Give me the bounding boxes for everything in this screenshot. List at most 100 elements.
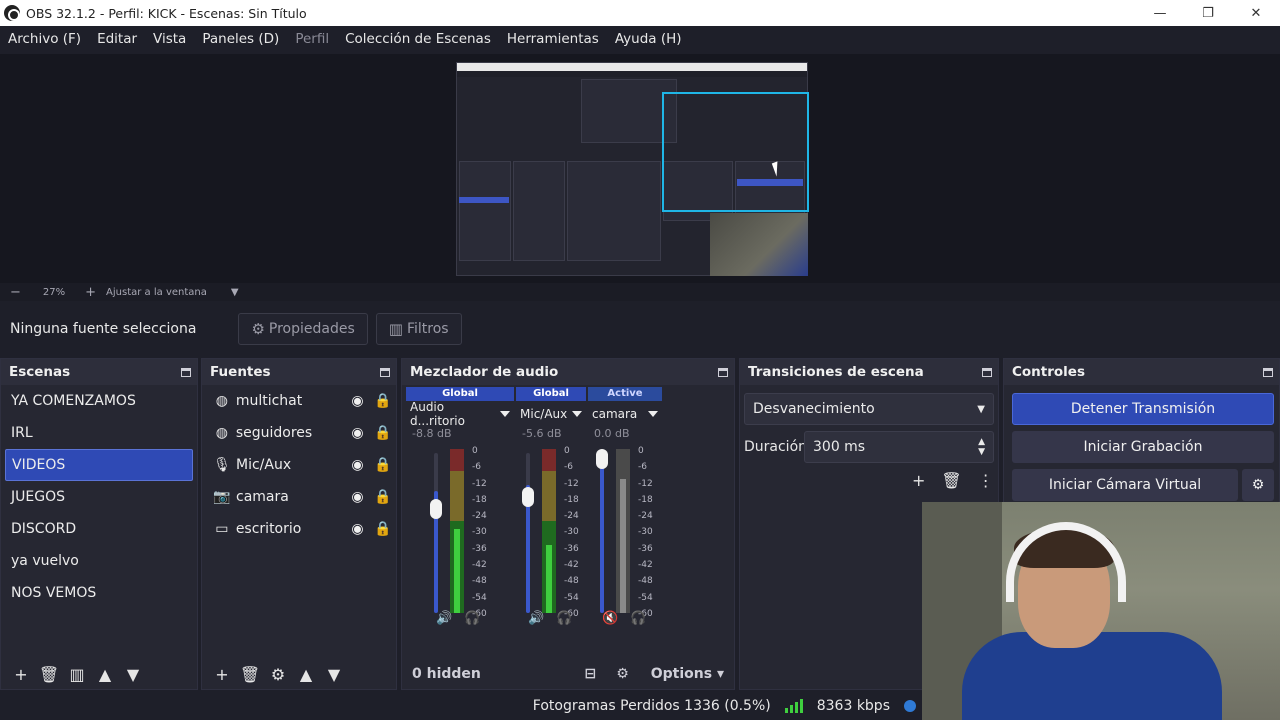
zoom-dropdown-icon[interactable]: ▼: [231, 287, 239, 298]
source-item[interactable]: ◍ multichat ◉ 🔒: [202, 385, 396, 417]
maximize-button[interactable]: ❐: [1184, 0, 1232, 26]
move-up-icon[interactable]: ▲: [91, 665, 119, 684]
globe-icon: ◍: [215, 425, 229, 441]
move-down-icon[interactable]: ▼: [320, 665, 348, 684]
start-virtual-camera-button[interactable]: Iniciar Cámara Virtual: [1012, 469, 1238, 501]
options-button[interactable]: Options ▾: [651, 666, 724, 682]
channel-volume-db: -8.8 dB: [412, 427, 452, 440]
scene-item[interactable]: ya vuelvo: [1, 545, 197, 577]
filters-button[interactable]: ▥ Filtros: [375, 313, 462, 345]
source-item[interactable]: ◍ seguidores ◉ 🔒: [202, 417, 396, 449]
move-up-icon[interactable]: ▲: [292, 665, 320, 684]
undock-icon[interactable]: [380, 367, 390, 377]
menu-editar[interactable]: Editar: [89, 31, 145, 47]
muted-speaker-icon[interactable]: 🔇: [602, 611, 618, 626]
headphones-monitor-icon[interactable]: 🎧: [630, 611, 646, 626]
signal-strength-icon: [784, 699, 803, 713]
scenes-footer: + 🗑 ▥ ▲ ▼: [1, 659, 197, 689]
volume-slider-knob[interactable]: [596, 449, 608, 469]
source-label: camara: [236, 489, 289, 505]
speaker-icon[interactable]: 🔊: [528, 611, 544, 626]
scenes-title: Escenas: [9, 364, 71, 380]
lock-icon[interactable]: 🔒: [370, 457, 396, 473]
duration-spinbox[interactable]: 300 ms ▲ ▼: [804, 431, 994, 463]
add-icon[interactable]: +: [208, 665, 236, 684]
zoom-in-button[interactable]: +: [85, 285, 96, 300]
zoom-value: 27%: [42, 286, 66, 298]
more-options-icon[interactable]: ⋮: [978, 471, 994, 490]
scene-item[interactable]: NOS VEMOS: [1, 577, 197, 609]
add-icon[interactable]: +: [7, 665, 35, 684]
eye-icon[interactable]: ◉: [345, 521, 371, 537]
gear-icon[interactable]: ⚙: [264, 665, 292, 684]
volume-slider[interactable]: [522, 453, 534, 613]
trash-icon[interactable]: 🗑: [941, 471, 961, 490]
channel-name-dropdown[interactable]: camara: [588, 401, 662, 427]
lock-icon[interactable]: 🔒: [370, 425, 396, 441]
zoom-out-button[interactable]: −: [10, 285, 21, 300]
source-toolbar: Ninguna fuente selecciona ⚙ Propiedades …: [0, 302, 1280, 356]
transition-select[interactable]: Desvanecimiento ▼: [744, 393, 994, 425]
undock-icon[interactable]: [1263, 367, 1273, 377]
source-item[interactable]: 🎙 Mic/Aux ◉ 🔒: [202, 449, 396, 481]
undock-icon[interactable]: [181, 367, 191, 377]
headphones-monitor-icon[interactable]: 🎧: [556, 611, 572, 626]
scene-item[interactable]: JUEGOS: [1, 481, 197, 513]
zoom-fit-button[interactable]: Ajustar a la ventana: [106, 287, 207, 298]
sources-header: Fuentes: [202, 359, 396, 385]
filter-icon[interactable]: ▥: [63, 665, 91, 684]
speaker-icon[interactable]: 🔊: [436, 611, 452, 626]
volume-slider[interactable]: [430, 453, 442, 613]
duration-label: Duración: [744, 439, 808, 455]
move-down-icon[interactable]: ▼: [119, 665, 147, 684]
scene-item[interactable]: YA COMENZAMOS: [1, 385, 197, 417]
channel-name-dropdown[interactable]: Mic/Aux: [516, 401, 586, 427]
lock-icon[interactable]: 🔒: [370, 521, 396, 537]
menu-paneles[interactable]: Paneles (D): [194, 31, 287, 47]
trash-icon[interactable]: 🗑: [35, 665, 63, 684]
scene-item[interactable]: IRL: [1, 417, 197, 449]
scene-item-selected[interactable]: VIDEOS: [5, 449, 193, 481]
controls-header: Controles: [1004, 359, 1279, 385]
trash-icon[interactable]: 🗑: [236, 665, 264, 684]
channel-name-dropdown[interactable]: Audio d...ritorio: [406, 400, 514, 428]
source-item[interactable]: ▭ escritorio ◉ 🔒: [202, 513, 396, 545]
selection-box[interactable]: [662, 92, 809, 212]
add-icon[interactable]: +: [912, 471, 925, 490]
virtual-camera-settings-button[interactable]: ⚙: [1242, 469, 1274, 501]
live-indicator-icon: [904, 700, 916, 712]
volume-slider-knob[interactable]: [430, 499, 442, 519]
close-button[interactable]: ✕: [1232, 0, 1280, 26]
stepper-icon[interactable]: ▲ ▼: [978, 437, 985, 457]
lock-icon[interactable]: 🔒: [370, 393, 396, 409]
source-item[interactable]: 📷 camara ◉ 🔒: [202, 481, 396, 513]
menu-herramientas[interactable]: Herramientas: [499, 31, 607, 47]
obs-window: OBS 32.1.2 - Perfil: KICK - Escenas: Sin…: [0, 0, 1280, 720]
eye-icon[interactable]: ◉: [345, 393, 371, 409]
lock-icon[interactable]: 🔒: [370, 489, 396, 505]
volume-slider-knob[interactable]: [522, 487, 534, 507]
eye-icon[interactable]: ◉: [345, 425, 371, 441]
properties-button[interactable]: ⚙ Propiedades: [238, 313, 368, 345]
undock-icon[interactable]: [982, 367, 992, 377]
menu-perfil[interactable]: Perfil: [287, 31, 337, 47]
source-label: Mic/Aux: [236, 457, 292, 473]
menu-archivo[interactable]: Archivo (F): [0, 31, 89, 47]
eye-icon[interactable]: ◉: [345, 489, 371, 505]
layout-toggle-icon[interactable]: ⊟: [584, 666, 596, 682]
advanced-audio-icon[interactable]: ⚙: [616, 666, 629, 682]
menu-vista[interactable]: Vista: [145, 31, 194, 47]
undock-icon[interactable]: [718, 367, 728, 377]
mixer-channel: Global Mic/Aux -5.6 dB 0 -6 -12 -18 -24 -30 -3…: [516, 387, 586, 657]
minimize-button[interactable]: —: [1136, 0, 1184, 26]
gear-icon: ⚙: [1251, 477, 1265, 493]
menu-ayuda[interactable]: Ayuda (H): [607, 31, 690, 47]
stop-streaming-button[interactable]: Detener Transmisión: [1012, 393, 1274, 425]
mixer-header: Mezclador de audio: [402, 359, 734, 385]
volume-slider[interactable]: [596, 449, 608, 613]
menu-coleccion-escenas[interactable]: Colección de Escenas: [337, 31, 499, 47]
start-recording-button[interactable]: Iniciar Grabación: [1012, 431, 1274, 463]
scene-item[interactable]: DISCORD: [1, 513, 197, 545]
eye-icon[interactable]: ◉: [345, 457, 371, 473]
headphones-monitor-icon[interactable]: 🎧: [464, 611, 480, 626]
